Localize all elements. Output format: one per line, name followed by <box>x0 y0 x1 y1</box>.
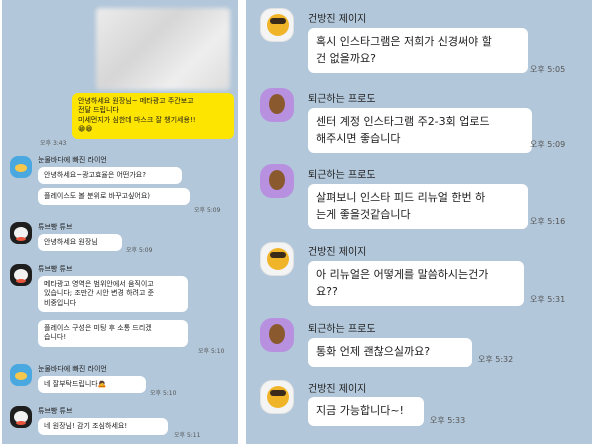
message-bubble[interactable]: 메타광고 영역은 범위안에서 움직이고 있습니다; 조만간 시안 변경 하려고 … <box>38 276 188 313</box>
frodo-avatar-icon[interactable] <box>260 88 294 122</box>
sender-name: 눈물바다에 빠진 라이언 <box>38 365 107 373</box>
message-bubble[interactable]: 네 원장님! 감기 조심하세요! <box>38 418 168 436</box>
message-bubble[interactable]: 통화 언제 괜찮으실까요? <box>308 338 472 367</box>
message-bubble[interactable]: 네 잘부탁드립니다🙇 <box>38 376 146 394</box>
tube-avatar-icon[interactable] <box>10 264 32 286</box>
message-time: 오후 5:09 <box>126 247 153 254</box>
sender-name: 튜브빵 튜브 <box>38 407 73 415</box>
sender-name: 퇴근하는 프로도 <box>308 94 376 105</box>
sender-name: 퇴근하는 프로도 <box>308 170 376 181</box>
message-bubble[interactable]: 아 리뉴얼은 어떻게를 말씀하시는건가 요?? <box>308 261 524 306</box>
jay-g-avatar-icon[interactable] <box>260 8 294 42</box>
jay-g-avatar-icon[interactable] <box>260 242 294 276</box>
chat-panel-left: 안녕하세요 원장님~ 메타광고 주간보고 전달 드립니다 미세먼지가 심한데 마… <box>2 0 238 444</box>
blurred-image-attachment[interactable] <box>96 8 230 90</box>
message-time: 오후 5:33 <box>430 416 466 425</box>
jay-g-avatar-icon[interactable] <box>260 380 294 414</box>
ryan-avatar-icon[interactable] <box>10 364 32 386</box>
tube-avatar-icon[interactable] <box>10 406 32 428</box>
message-bubble[interactable]: 살펴보니 인스타 피드 리뉴얼 한번 하 는게 좋을것같습니다 <box>308 184 528 229</box>
message-bubble[interactable]: 센터 계정 인스타그램 주2-3회 업로드 해주시면 좋습니다 <box>308 108 532 153</box>
sender-name: 눈물바다에 빠진 라이언 <box>38 156 107 164</box>
message-time: 오후 5:31 <box>530 295 566 304</box>
message-bubble[interactable]: 안녕하세요 원장님 <box>38 234 122 252</box>
message-time: 오후 3:43 <box>40 140 67 147</box>
sender-name: 튜브빵 튜브 <box>38 265 73 273</box>
tube-avatar-icon[interactable] <box>10 222 32 244</box>
my-message-bubble[interactable]: 안녕하세요 원장님~ 메타광고 주간보고 전달 드립니다 미세먼지가 심한데 마… <box>72 93 234 139</box>
sender-name: 튜브빵 튜브 <box>38 223 73 231</box>
message-bubble[interactable]: 혹시 인스타그램은 저희가 신경써야 할 건 없을까요? <box>308 28 528 73</box>
frodo-avatar-icon[interactable] <box>260 318 294 352</box>
message-time: 오후 5:10 <box>150 390 177 397</box>
frodo-avatar-icon[interactable] <box>260 164 294 198</box>
message-time: 오후 5:09 <box>530 140 566 149</box>
message-time: 오후 5:09 <box>194 207 221 214</box>
sender-name: 건방진 제이지 <box>308 247 367 258</box>
sender-name: 건방진 제이지 <box>308 14 367 25</box>
message-time: 오후 5:16 <box>530 217 566 226</box>
message-bubble[interactable]: 플레이스도 볼 분위로 바꾸고싶어요) <box>38 188 190 206</box>
message-time: 오후 5:11 <box>174 432 201 439</box>
sender-name: 건방진 제이지 <box>308 384 367 395</box>
message-bubble[interactable]: 안녕하세요~광고효율은 어떤가요? <box>38 167 182 185</box>
sender-name: 퇴근하는 프로도 <box>308 324 376 335</box>
message-time: 오후 5:05 <box>530 65 566 74</box>
message-bubble[interactable]: 플레이스 구성은 미팅 후 소통 드리겠 습니다! <box>38 320 188 347</box>
message-time: 오후 5:32 <box>478 355 514 364</box>
chat-panel-right: 건방진 제이지 혹시 인스타그램은 저희가 신경써야 할 건 없을까요? 오후 … <box>246 0 592 444</box>
message-bubble[interactable]: 지금 가능합니다~! <box>308 397 424 426</box>
message-time: 오후 5:10 <box>198 348 225 355</box>
ryan-avatar-icon[interactable] <box>10 156 32 178</box>
